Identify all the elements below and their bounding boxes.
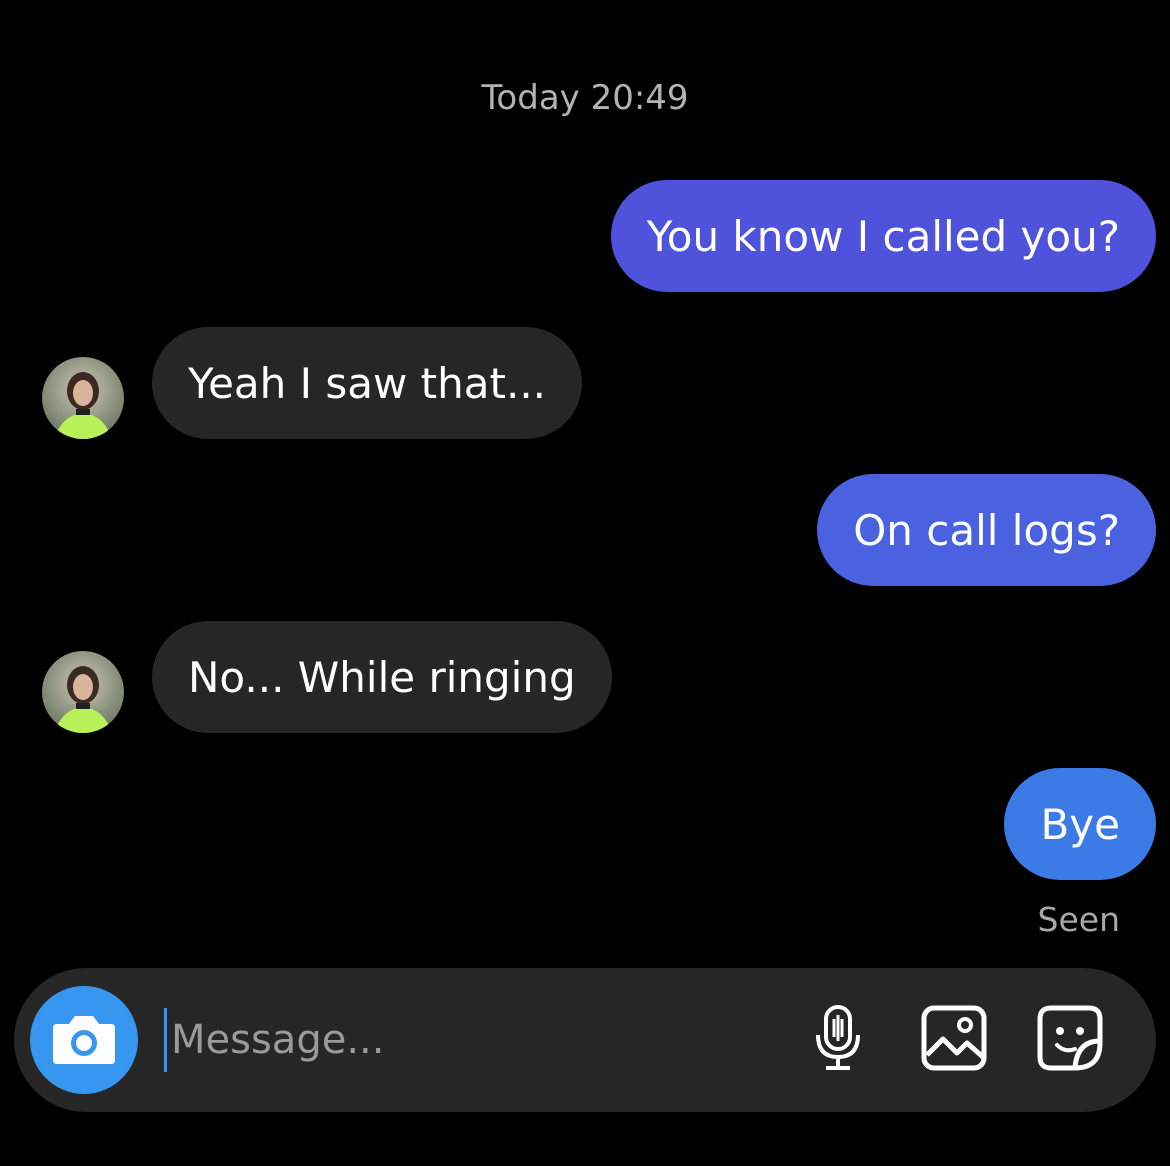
message-text: Bye: [1040, 799, 1120, 849]
outgoing-message-bubble[interactable]: On call logs?: [817, 474, 1156, 586]
avatar[interactable]: [42, 651, 124, 733]
message-composer: [14, 968, 1156, 1112]
gallery-button[interactable]: [916, 1002, 992, 1078]
microphone-button[interactable]: [800, 1002, 876, 1078]
message-text: No... While ringing: [188, 652, 576, 702]
timestamp: Today 20:49: [481, 78, 689, 118]
microphone-icon: [810, 1003, 866, 1077]
seen-status: Seen: [1037, 900, 1120, 939]
outgoing-message-bubble[interactable]: You know I called you?: [610, 180, 1156, 292]
gallery-icon: [921, 1005, 987, 1075]
message-input[interactable]: [164, 1008, 771, 1072]
sticker-button[interactable]: [1032, 1002, 1108, 1078]
outgoing-message-bubble[interactable]: Bye: [1004, 768, 1156, 880]
camera-icon: [51, 1010, 117, 1070]
sticker-icon: [1037, 1005, 1103, 1075]
message-text: You know I called you?: [646, 211, 1120, 261]
incoming-message-bubble[interactable]: Yeah I saw that...: [152, 327, 583, 439]
camera-button[interactable]: [30, 986, 138, 1094]
message-text: On call logs?: [853, 505, 1120, 555]
message-text: Yeah I saw that...: [188, 358, 547, 408]
avatar[interactable]: [42, 357, 124, 439]
incoming-message-bubble[interactable]: No... While ringing: [152, 621, 612, 733]
